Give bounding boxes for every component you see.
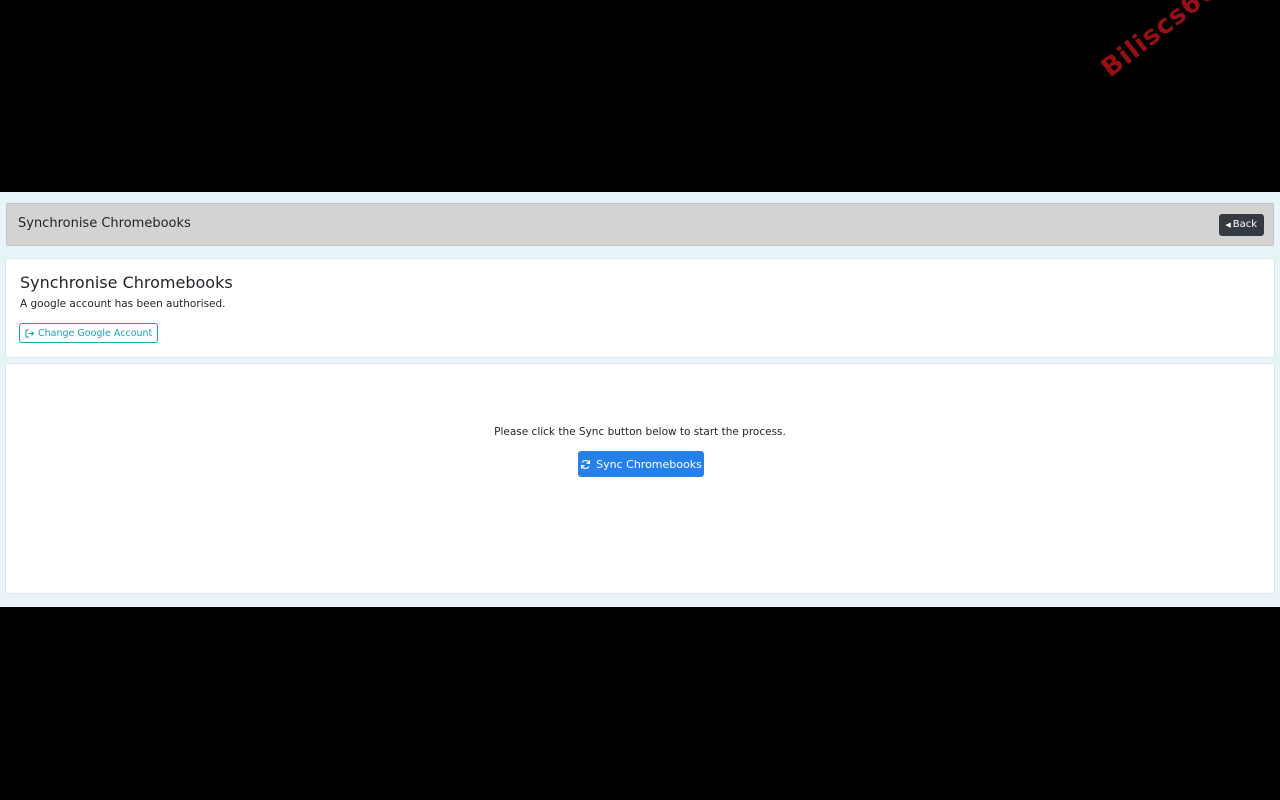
page-viewport: Synchronise Chromebooks ◀ Back Synchroni… [0, 192, 1280, 607]
sync-chromebooks-label: Sync Chromebooks [596, 457, 702, 471]
watermark: Biliscs66 [1096, 0, 1224, 84]
letterbox-bottom [0, 607, 1280, 800]
account-card-title: Synchronise Chromebooks [20, 273, 233, 292]
caret-left-icon: ◀ [1225, 220, 1231, 229]
change-google-account-label: Change Google Account [38, 327, 153, 339]
change-google-account-button[interactable]: Change Google Account [19, 323, 159, 343]
back-button[interactable]: ◀ Back [1219, 214, 1264, 236]
back-button-label: Back [1232, 219, 1257, 230]
sync-icon [580, 459, 591, 470]
page-header: Synchronise Chromebooks ◀ Back [6, 203, 1274, 246]
sync-instruction-text: Please click the Sync button below to st… [494, 426, 786, 438]
letterbox-top: Biliscs66 [0, 0, 1280, 192]
sign-out-icon [25, 329, 35, 338]
page-title: Synchronise Chromebooks [18, 216, 191, 231]
sync-chromebooks-button[interactable]: Sync Chromebooks [578, 451, 704, 477]
sync-card: Please click the Sync button below to st… [5, 363, 1275, 594]
account-card: Synchronise Chromebooks A google account… [5, 258, 1275, 358]
account-status-text: A google account has been authorised. [20, 298, 226, 310]
